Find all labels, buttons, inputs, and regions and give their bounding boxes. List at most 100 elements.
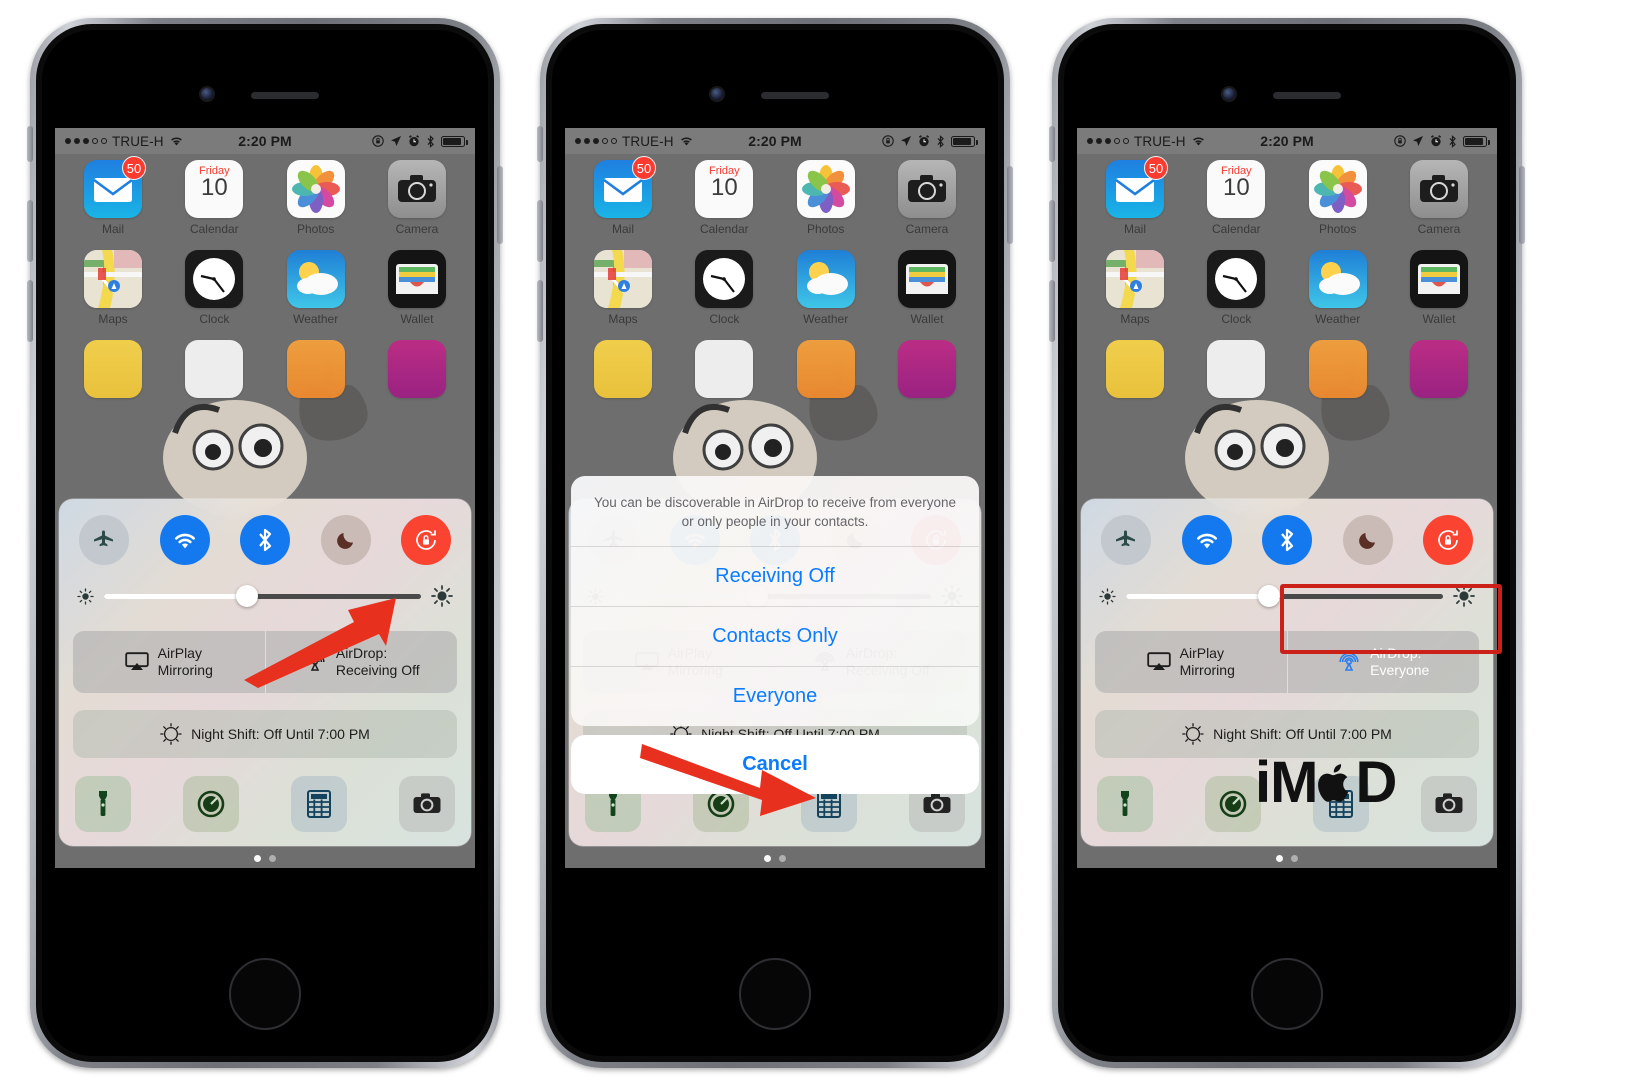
- volume-down-button[interactable]: [537, 280, 543, 342]
- brightness-track[interactable]: [104, 585, 421, 608]
- home-button[interactable]: [1251, 958, 1323, 1030]
- app-camera[interactable]: Camera: [883, 160, 971, 236]
- airdrop-button[interactable]: AirDrop: Everyone: [1286, 631, 1480, 693]
- app-weather[interactable]: Weather: [782, 250, 870, 326]
- app-clock[interactable]: Clock: [680, 250, 768, 326]
- app-clock[interactable]: Clock: [170, 250, 258, 326]
- app-notes[interactable]: [579, 340, 667, 402]
- brightness-high-icon: [431, 585, 453, 608]
- volume-down-button[interactable]: [1049, 280, 1055, 342]
- app-notes[interactable]: [1091, 340, 1179, 402]
- airdrop-label: AirDrop:: [1370, 645, 1422, 662]
- airplay-mirroring-button[interactable]: AirPlay Mirroring: [1095, 631, 1287, 693]
- camera-button[interactable]: [399, 776, 455, 832]
- app-itunes[interactable]: [373, 340, 461, 402]
- timer-button[interactable]: [1205, 776, 1261, 832]
- app-wallet[interactable]: Wallet: [373, 250, 461, 326]
- airdrop-button[interactable]: AirDrop: Receiving Off: [264, 631, 458, 693]
- brightness-knob[interactable]: [235, 585, 258, 608]
- app-maps[interactable]: Maps: [579, 250, 667, 326]
- app-photos[interactable]: Photos: [272, 160, 360, 236]
- app-wallet[interactable]: Wallet: [883, 250, 971, 326]
- camera-button[interactable]: [1421, 776, 1477, 832]
- mute-switch[interactable]: [27, 126, 33, 162]
- app-maps[interactable]: Maps: [1091, 250, 1179, 326]
- night-shift-button[interactable]: Night Shift: Off Until 7:00 PM: [1095, 710, 1479, 758]
- app-mail[interactable]: 50 Mail: [1091, 156, 1179, 236]
- wifi-toggle[interactable]: [1181, 515, 1232, 566]
- action-sheet-cancel-button[interactable]: Cancel: [571, 735, 979, 794]
- app-itunes[interactable]: [1395, 340, 1483, 402]
- app-camera[interactable]: Camera: [1395, 160, 1483, 236]
- night-shift-button[interactable]: Night Shift: Off Until 7:00 PM: [73, 710, 457, 758]
- mail-badge: 50: [632, 156, 656, 180]
- timer-button[interactable]: [183, 776, 239, 832]
- app-clock[interactable]: Clock: [1192, 250, 1280, 326]
- bluetooth-toggle[interactable]: [1262, 515, 1312, 566]
- volume-up-button[interactable]: [27, 200, 33, 262]
- mute-switch[interactable]: [537, 126, 543, 162]
- power-button[interactable]: [1007, 166, 1013, 244]
- app-photos[interactable]: Photos: [782, 160, 870, 236]
- app-itunes[interactable]: [883, 340, 971, 402]
- app-notes[interactable]: [69, 340, 157, 402]
- app-row: [579, 340, 971, 402]
- brightness-slider[interactable]: [1095, 585, 1479, 608]
- do-not-disturb-toggle[interactable]: [1342, 515, 1393, 566]
- flashlight-button[interactable]: [75, 776, 131, 832]
- app-ibooks[interactable]: [782, 340, 870, 402]
- brightness-slider[interactable]: [73, 585, 457, 608]
- action-sheet-option-everyone[interactable]: Everyone: [571, 666, 979, 726]
- app-calendar[interactable]: Friday 10 Calendar: [1192, 160, 1280, 236]
- wallet-icon: [387, 250, 446, 308]
- app-reminders[interactable]: [170, 340, 258, 402]
- home-button[interactable]: [739, 958, 811, 1030]
- carrier-label: TRUE-H: [622, 133, 674, 149]
- app-ibooks[interactable]: [1294, 340, 1382, 402]
- app-mail[interactable]: 50 Mail: [579, 156, 667, 236]
- brightness-track[interactable]: [1126, 585, 1443, 608]
- bluetooth-icon: [427, 134, 434, 148]
- do-not-disturb-toggle[interactable]: [320, 515, 371, 566]
- app-photos[interactable]: Photos: [1294, 160, 1382, 236]
- app-mail[interactable]: 50 Mail: [69, 156, 157, 236]
- flashlight-button[interactable]: [1097, 776, 1153, 832]
- wifi-toggle[interactable]: [159, 515, 210, 566]
- volume-up-button[interactable]: [537, 200, 543, 262]
- airplane-mode-toggle[interactable]: [79, 515, 129, 566]
- bluetooth-toggle[interactable]: [240, 515, 290, 566]
- home-button[interactable]: [229, 958, 301, 1030]
- weather-icon: [1308, 250, 1367, 308]
- volume-up-button[interactable]: [1049, 200, 1055, 262]
- app-label: Weather: [1315, 312, 1361, 326]
- brightness-knob[interactable]: [1257, 585, 1280, 608]
- airplay-mirroring-button[interactable]: AirPlay Mirroring: [73, 631, 265, 693]
- app-calendar[interactable]: Friday 10 Calendar: [170, 160, 258, 236]
- volume-down-button[interactable]: [27, 280, 33, 342]
- calendar-icon: Friday 10: [185, 160, 244, 218]
- rotation-lock-toggle[interactable]: [1423, 515, 1473, 566]
- mute-switch[interactable]: [1049, 126, 1055, 162]
- rotation-lock-toggle[interactable]: [401, 515, 451, 566]
- app-weather[interactable]: Weather: [1294, 250, 1382, 326]
- power-button[interactable]: [497, 166, 503, 244]
- power-button[interactable]: [1519, 166, 1525, 244]
- app-reminders[interactable]: [680, 340, 768, 402]
- action-sheet-option-receiving-off[interactable]: Receiving Off: [571, 546, 979, 606]
- phone-2-screen: 50 Mail Friday 10 Calendar Photos Camera…: [565, 128, 985, 868]
- app-ibooks[interactable]: [272, 340, 360, 402]
- calculator-button[interactable]: [1313, 776, 1369, 832]
- app-wallet[interactable]: Wallet: [1395, 250, 1483, 326]
- app-reminders[interactable]: [1192, 340, 1280, 402]
- calculator-button[interactable]: [291, 776, 347, 832]
- app-weather[interactable]: Weather: [272, 250, 360, 326]
- app-maps[interactable]: Maps: [69, 250, 157, 326]
- airplane-mode-toggle[interactable]: [1101, 515, 1151, 566]
- app-label: Clock: [709, 312, 740, 326]
- app-label: Maps: [1120, 312, 1150, 326]
- app-camera[interactable]: Camera: [373, 160, 461, 236]
- action-sheet-option-contacts-only[interactable]: Contacts Only: [571, 606, 979, 666]
- app-calendar[interactable]: Friday 10 Calendar: [680, 160, 768, 236]
- reminders-icon: [695, 340, 754, 398]
- airplane-icon: [94, 530, 113, 547]
